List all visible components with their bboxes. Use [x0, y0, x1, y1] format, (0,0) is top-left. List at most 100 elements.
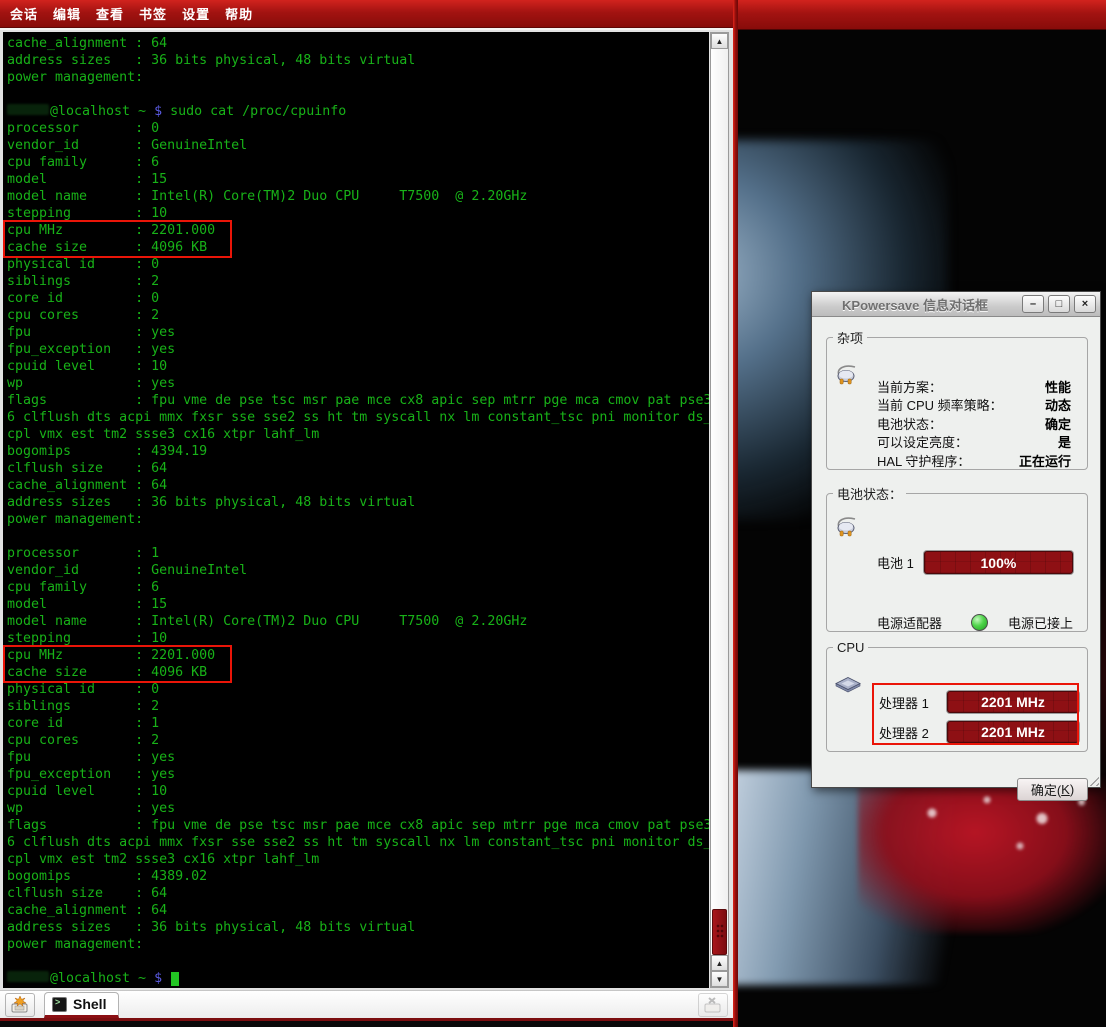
cpu-frequency-value: 2201 MHz [981, 694, 1045, 710]
terminal-line: siblings : 2 [7, 273, 709, 290]
dialog-titlebar[interactable]: KPowersave 信息对话框 – □ × [812, 292, 1100, 317]
info-row-label: 当前 CPU 频率策略： [877, 395, 1003, 414]
terminal-line: wp : yes [7, 800, 709, 817]
new-session-button[interactable] [5, 993, 35, 1017]
terminal-line: model : 15 [7, 596, 709, 613]
ok-button-label: 确定( [1031, 780, 1061, 799]
terminal-line: processor : 1 [7, 545, 709, 562]
menu-item-1[interactable]: 编辑 [53, 4, 81, 23]
dialog-title: KPowersave 信息对话框 [812, 295, 1018, 314]
terminal-line: cache_alignment : 64 [7, 902, 709, 919]
terminal-line: 6 clflush dts acpi mmx fxsr sse sse2 ss … [7, 834, 709, 851]
info-row-label: 电池状态： [877, 414, 942, 433]
adapter-status: 电源已接上 [1008, 613, 1073, 632]
adapter-row: 电源适配器 电源已接上 [877, 613, 1073, 632]
terminal-line: cache size : 4096 KB [7, 664, 230, 681]
scroll-up-icon[interactable]: ▲ [711, 33, 728, 49]
window-border-strip [733, 0, 738, 1027]
info-row-value: 性能 [1045, 377, 1071, 396]
green-led-icon [971, 614, 988, 631]
ok-button-accel: K [1061, 782, 1070, 797]
window-bottom-border [0, 1018, 733, 1027]
menu-item-5[interactable]: 帮助 [225, 4, 253, 23]
terminal-line: core id : 1 [7, 715, 709, 732]
terminal-line: cpu cores : 2 [7, 307, 709, 324]
cpu-row: 处理器 22201 MHz [879, 721, 1079, 743]
menu-item-2[interactable]: 查看 [96, 4, 124, 23]
cpu-frequency-bar: 2201 MHz [947, 691, 1079, 713]
kpowersave-plug-icon [835, 363, 861, 385]
close-icon[interactable]: × [1074, 295, 1096, 313]
maximize-icon[interactable]: □ [1048, 295, 1070, 313]
info-row-value: 是 [1058, 432, 1071, 451]
terminal-line: processor : 0 [7, 120, 709, 137]
terminal-line: cpu MHz : 2201.000 [7, 647, 230, 664]
terminal-line: fpu : yes [7, 324, 709, 341]
battery-level-bar: 100% [924, 551, 1073, 574]
kpowersave-dialog: KPowersave 信息对话框 – □ × 杂项 当前方案：性能当前 CPU … [811, 291, 1101, 788]
processor-chip-icon [835, 675, 861, 697]
terminal-line: address sizes : 36 bits physical, 48 bit… [7, 919, 709, 936]
menu-bar: 会话编辑查看书签设置帮助 [0, 0, 733, 28]
terminal-line: cpl vmx est tm2 ssse3 cx16 xtpr lahf_lm [7, 426, 709, 443]
close-session-icon [703, 996, 723, 1014]
terminal-line: physical id : 0 [7, 681, 709, 698]
ok-button[interactable]: 确定(K) [1017, 778, 1088, 801]
terminal-line: flags : fpu vme de pse tsc msr pae mce c… [7, 817, 709, 834]
terminal-output[interactable]: cache_alignment : 64address sizes : 36 b… [3, 32, 709, 988]
terminal-line: stepping : 10 [7, 205, 709, 222]
menu-item-0[interactable]: 会话 [10, 4, 38, 23]
battery-group-title: 电池状态： [833, 484, 906, 503]
tab-shell-label: Shell [73, 996, 106, 1012]
info-row-value: 动态 [1045, 395, 1071, 414]
terminal-line: physical id : 0 [7, 256, 709, 273]
red-highlight-box: cpu MHz : 2201.000cache size : 4096 KB [3, 220, 232, 258]
terminal-line: cpu MHz : 2201.000 [7, 222, 230, 239]
terminal-line: wp : yes [7, 375, 709, 392]
terminal-line: cpl vmx est tm2 ssse3 cx16 xtpr lahf_lm [7, 851, 709, 868]
info-row: HAL 守护程序：正在运行 [877, 451, 1071, 470]
scroll-down-icon[interactable]: ▼ [711, 971, 728, 987]
terminal-line: fpu_exception : yes [7, 766, 709, 783]
terminal-prompt-line: @localhost ~ $ sudo cat /proc/cpuinfo [7, 103, 709, 120]
scroll-up-icon-bottom[interactable]: ▲ [711, 955, 728, 971]
misc-groupbox: 杂项 当前方案：性能当前 CPU 频率策略：动态电池状态：确定可以设定亮度：是H… [826, 328, 1088, 470]
terminal-line: 6 clflush dts acpi mmx fxsr sse sse2 ss … [7, 409, 709, 426]
cpu-frequency-rows: 处理器 12201 MHz处理器 22201 MHz [879, 691, 1079, 751]
menu-item-3[interactable]: 书签 [139, 4, 167, 23]
terminal-line: cpu cores : 2 [7, 732, 709, 749]
terminal-line: siblings : 2 [7, 698, 709, 715]
konsole-terminal-icon [52, 997, 67, 1012]
terminal-prompt-line: @localhost ~ $ [7, 970, 709, 987]
battery-percent: 100% [981, 555, 1017, 571]
info-row-value: 正在运行 [1019, 451, 1071, 470]
battery-groupbox: 电池状态： 电池 1 100% 电源适配器 电源已 [826, 484, 1088, 632]
terminal-line: power management: [7, 69, 709, 86]
cpu-groupbox: CPU 处理器 12201 MHz处理器 22201 MHz [826, 640, 1088, 752]
close-session-button[interactable] [698, 993, 728, 1017]
cpu-frequency-value: 2201 MHz [981, 724, 1045, 740]
redacted-username [7, 104, 49, 115]
terminal-line: model name : Intel(R) Core(TM)2 Duo CPU … [7, 613, 709, 630]
terminal-frame: cache_alignment : 64address sizes : 36 b… [0, 28, 733, 990]
terminal-line [7, 953, 709, 970]
desktop: 会话编辑查看书签设置帮助 cache_alignment : 64address… [0, 0, 1106, 1027]
info-row: 当前方案：性能 [877, 377, 1071, 396]
info-row: 当前 CPU 频率策略： 动态 [877, 396, 1071, 415]
terminal-scrollbar[interactable]: ▲ ▲ ▼ [710, 32, 729, 988]
battery-label: 电池 1 [877, 553, 914, 572]
minimize-icon[interactable]: – [1022, 295, 1044, 313]
terminal-line: model name : Intel(R) Core(TM)2 Duo CPU … [7, 188, 709, 205]
terminal-line: clflush size : 64 [7, 885, 709, 902]
terminal-line: address sizes : 36 bits physical, 48 bit… [7, 52, 709, 69]
power-plug-icon [835, 515, 861, 537]
terminal-cursor [171, 972, 179, 986]
scrollbar-thumb[interactable] [712, 909, 727, 955]
cpu-row-label: 处理器 1 [879, 693, 935, 712]
tab-shell[interactable]: Shell [44, 992, 119, 1018]
terminal-line: cache_alignment : 64 [7, 477, 709, 494]
terminal-line: power management: [7, 936, 709, 953]
menu-item-4[interactable]: 设置 [182, 4, 210, 23]
info-row-label: 可以设定亮度： [877, 432, 968, 451]
terminal-line: fpu_exception : yes [7, 341, 709, 358]
